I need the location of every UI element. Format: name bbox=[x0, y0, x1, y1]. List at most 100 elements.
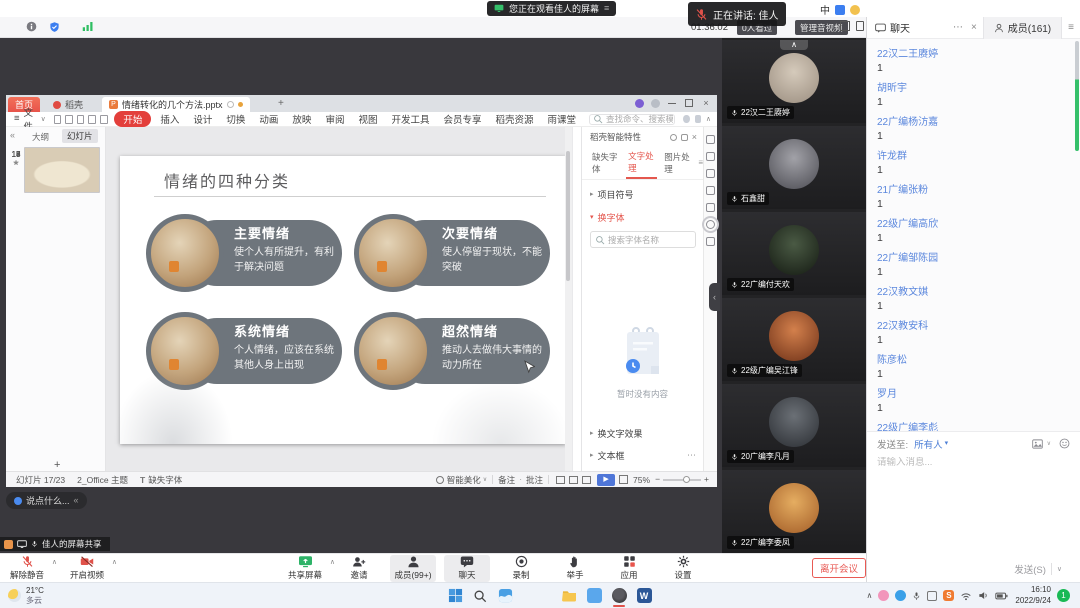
add-slide-button[interactable]: + bbox=[54, 460, 60, 471]
message-icon[interactable] bbox=[683, 115, 689, 123]
video-tile[interactable]: ∧ 22广编付天欢 bbox=[722, 212, 866, 295]
command-search-input[interactable] bbox=[606, 114, 673, 124]
ime-tray-icon[interactable] bbox=[927, 591, 937, 601]
chat-more-icon[interactable]: ⋯ bbox=[953, 23, 963, 33]
share-icon[interactable] bbox=[695, 115, 701, 123]
section-bullets[interactable]: ▸ 项目符号 bbox=[582, 180, 703, 201]
toolbar-button[interactable]: 应用 ∧ bbox=[606, 555, 652, 582]
collapse-ribbon-icon[interactable]: ∧ bbox=[706, 116, 711, 123]
save-icon[interactable] bbox=[54, 115, 62, 124]
ribbon-menu-item[interactable]: 开发工具 bbox=[384, 112, 436, 126]
ribbon-menu-item[interactable]: 会员专享 bbox=[436, 112, 488, 126]
wifi-icon[interactable] bbox=[960, 591, 972, 601]
chat-input[interactable] bbox=[877, 457, 1057, 468]
canvas-scrollbar[interactable] bbox=[565, 127, 572, 471]
bell-icon[interactable] bbox=[681, 134, 688, 141]
font-search-input[interactable] bbox=[608, 235, 691, 245]
zoom-slider-knob[interactable] bbox=[683, 476, 690, 483]
sync-tray-icon[interactable] bbox=[895, 590, 906, 601]
close-button[interactable]: × bbox=[701, 98, 711, 108]
slide-thumbnail[interactable]: 19 bbox=[6, 147, 106, 194]
panel-tool-icon[interactable] bbox=[706, 135, 715, 144]
output-icon[interactable] bbox=[65, 115, 73, 124]
video-tile[interactable]: ∧ 22汉二王赓婷 bbox=[722, 40, 866, 123]
toolbar-button[interactable]: 解除静音 ∧ bbox=[4, 555, 50, 582]
panel-tool-icon[interactable] bbox=[706, 169, 715, 178]
collapse-pill-icon[interactable]: « bbox=[74, 496, 79, 505]
section-change-font[interactable]: ▾ 换字体 bbox=[582, 201, 703, 224]
meeting-app-icon[interactable] bbox=[608, 585, 630, 607]
word-icon[interactable]: W bbox=[633, 585, 655, 607]
section-textbox[interactable]: ▸文本框 ⋯ bbox=[582, 449, 696, 462]
toolbar-button[interactable]: 邀请 ∧ bbox=[336, 555, 382, 582]
panel-tool-icon-active[interactable] bbox=[706, 220, 715, 229]
section-text-effect[interactable]: ▸ 换文字效果 bbox=[582, 427, 643, 440]
emoji-icon[interactable] bbox=[1059, 438, 1070, 449]
video-strip-handle[interactable]: ‹ bbox=[709, 283, 720, 311]
collapse-videos-button[interactable]: ∧ bbox=[780, 40, 808, 50]
input-tool-icon[interactable] bbox=[835, 5, 845, 15]
normal-view-icon[interactable] bbox=[556, 476, 565, 484]
redo-icon[interactable] bbox=[100, 115, 108, 124]
taskbar-search-button[interactable] bbox=[469, 585, 491, 607]
print-icon[interactable] bbox=[77, 115, 85, 124]
ribbon-menu-item[interactable]: 放映 bbox=[285, 112, 318, 126]
reading-view-icon[interactable] bbox=[582, 476, 591, 484]
video-tile[interactable]: ∧ 石鑫甜 bbox=[722, 126, 866, 209]
comments-button[interactable]: 批注 bbox=[526, 474, 543, 486]
fit-screen-icon[interactable] bbox=[619, 475, 628, 484]
video-tile[interactable]: ∧ 22级广编吴江锋 bbox=[722, 298, 866, 381]
say-something-pill[interactable]: 说点什么... « bbox=[6, 492, 87, 509]
ribbon-menu-item[interactable]: 切换 bbox=[219, 112, 252, 126]
hamburger-icon[interactable]: ≡ bbox=[14, 114, 20, 124]
font-warning[interactable]: 缺失字体 bbox=[148, 474, 182, 486]
minimize-button[interactable] bbox=[667, 98, 677, 108]
panel-tool-icon[interactable] bbox=[706, 237, 715, 246]
video-tile[interactable]: ∧ 22广编李委凤 bbox=[722, 470, 866, 553]
fullscreen-icon[interactable] bbox=[840, 21, 850, 31]
tab-chat[interactable]: 聊天 bbox=[890, 20, 910, 35]
sogou-icon[interactable]: S bbox=[943, 590, 954, 601]
ribbon-menu-item[interactable]: 审阅 bbox=[318, 112, 351, 126]
chat-close-icon[interactable]: × bbox=[971, 23, 977, 33]
toolbar-button[interactable]: 开启视频 ∧ bbox=[64, 555, 110, 582]
send-to-select[interactable]: 所有人 bbox=[914, 437, 943, 451]
mic-tray-icon[interactable] bbox=[912, 591, 921, 601]
ribbon-menu-item[interactable]: 开始 bbox=[114, 111, 151, 127]
tab-docer[interactable]: 稻壳 bbox=[46, 97, 90, 112]
scrollbar-thumb[interactable] bbox=[566, 151, 570, 281]
panel-tool-icon[interactable] bbox=[706, 186, 715, 195]
popout-icon[interactable] bbox=[856, 21, 864, 31]
qq-icon[interactable] bbox=[878, 590, 889, 601]
notes-button[interactable]: 备注 bbox=[498, 474, 515, 486]
ribbon-menu-item[interactable]: 稻壳资源 bbox=[489, 112, 541, 126]
shield-icon[interactable] bbox=[49, 21, 60, 33]
screenshot-icon[interactable] bbox=[1032, 439, 1043, 449]
zoom-out-button[interactable]: − bbox=[655, 475, 660, 484]
slide[interactable]: 情绪的四种分类 主要情绪 使个人有所提升，有利于解决问题 bbox=[120, 156, 566, 444]
textbox-more-icon[interactable]: ⋯ bbox=[687, 451, 696, 460]
panel-tool-icon[interactable] bbox=[706, 152, 715, 161]
zoom-slider[interactable] bbox=[663, 479, 701, 481]
volume-icon[interactable] bbox=[978, 590, 989, 601]
ribbon-menu-item[interactable]: 视图 bbox=[351, 112, 384, 126]
tab-outline[interactable]: 大纲 bbox=[32, 131, 49, 143]
panel-tool-icon[interactable] bbox=[706, 203, 715, 212]
gear-icon[interactable] bbox=[670, 134, 677, 141]
app-icon[interactable] bbox=[583, 585, 605, 607]
ribbon-menu-item[interactable]: 插入 bbox=[153, 112, 186, 126]
tab-document[interactable]: P 情绪转化的几个方法.pptx bbox=[102, 97, 250, 112]
zoom-in-button[interactable]: + bbox=[704, 475, 709, 484]
toolbar-button[interactable]: 共享屏幕 ∧ bbox=[282, 555, 328, 582]
leave-meeting-button[interactable]: 离开会议 bbox=[812, 558, 866, 578]
toolbar-button[interactable]: 设置 ∧ bbox=[660, 555, 706, 582]
tab-members[interactable]: 成员(161) bbox=[983, 17, 1062, 39]
slide-thumbnail-preview[interactable] bbox=[24, 147, 100, 193]
ime-indicator[interactable]: 中 bbox=[820, 2, 830, 17]
sorter-view-icon[interactable] bbox=[569, 476, 578, 484]
weather-widget[interactable]: 21°C 多云 bbox=[8, 586, 44, 606]
play-button[interactable]: ▶ bbox=[597, 474, 615, 486]
notification-badge[interactable]: 1 bbox=[1057, 589, 1070, 602]
toolbar-button[interactable]: 录制 ∧ bbox=[498, 555, 544, 582]
command-search[interactable] bbox=[589, 114, 675, 125]
